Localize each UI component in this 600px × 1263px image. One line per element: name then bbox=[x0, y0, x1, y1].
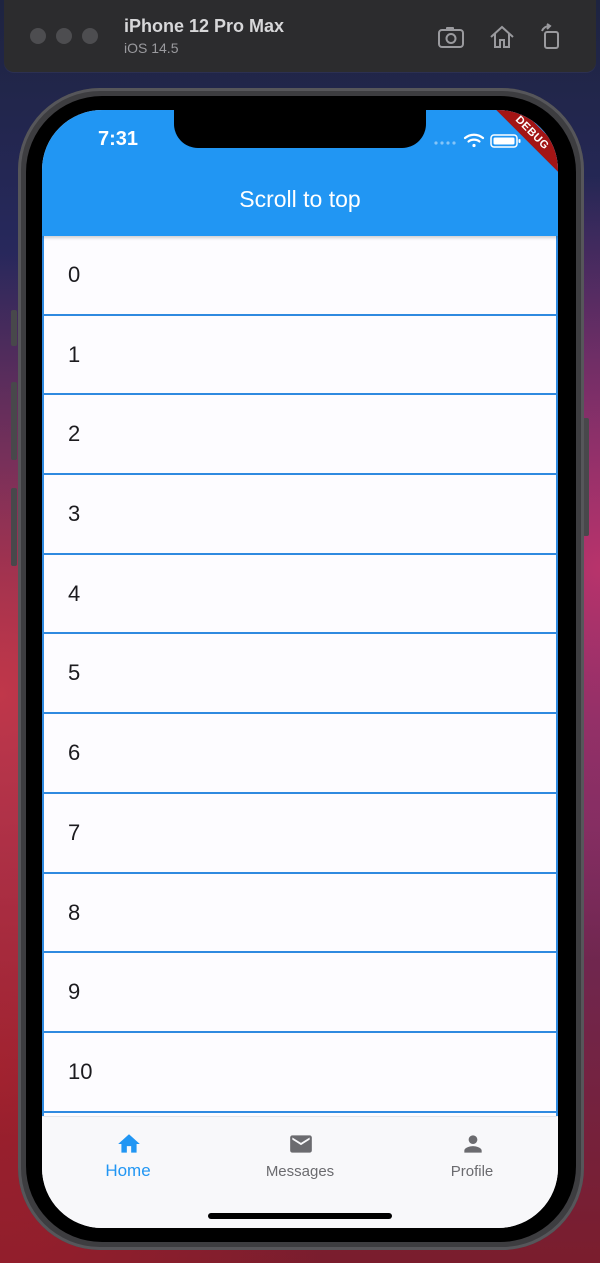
nav-item-label: Messages bbox=[265, 1163, 335, 1180]
list-item[interactable]: 6 bbox=[42, 714, 558, 794]
list-item-label: 6 bbox=[68, 740, 81, 766]
list-item-label: 2 bbox=[68, 421, 81, 447]
minimize-window-button[interactable] bbox=[56, 28, 72, 44]
list-item[interactable]: 9 bbox=[42, 953, 558, 1033]
notch bbox=[174, 110, 426, 148]
app-bar: 7:31 DEBUG Scroll to top bbox=[42, 110, 558, 236]
list-item[interactable]: 5 bbox=[42, 634, 558, 715]
rotate-device-icon[interactable] bbox=[536, 22, 566, 52]
list-item[interactable]: 2 bbox=[42, 395, 558, 476]
list-item[interactable]: 8 bbox=[42, 873, 558, 954]
list-item-label: 7 bbox=[68, 819, 81, 845]
list-item[interactable]: 3 bbox=[42, 475, 558, 555]
os-version: iOS 14.5 bbox=[124, 40, 179, 56]
nav-item-messages[interactable]: Messages bbox=[214, 1117, 386, 1197]
mute-switch bbox=[11, 310, 17, 346]
list-item-label: 4 bbox=[68, 580, 81, 606]
list-item-label: 1 bbox=[68, 341, 81, 367]
volume-down-button bbox=[11, 488, 17, 566]
list-item-label: 0 bbox=[68, 262, 81, 287]
status-time: 7:31 bbox=[98, 128, 139, 150]
bottom-navigation-bar: Home Messages Profile bbox=[42, 1116, 558, 1228]
home-indicator[interactable] bbox=[208, 1213, 392, 1219]
list-item[interactable]: 0 bbox=[42, 236, 558, 316]
list-item-label: 9 bbox=[68, 979, 81, 1005]
nav-item-home[interactable]: Home bbox=[42, 1117, 214, 1197]
nav-item-label: Home bbox=[105, 1161, 151, 1180]
list-item-label: 10 bbox=[68, 1058, 93, 1084]
screenshot-icon[interactable] bbox=[436, 22, 466, 52]
list-item-label: 8 bbox=[68, 899, 81, 925]
person-icon bbox=[464, 1135, 482, 1153]
list-item-label: 5 bbox=[68, 660, 81, 686]
list-item[interactable]: 7 bbox=[42, 793, 558, 874]
close-window-button[interactable] bbox=[30, 28, 46, 44]
home-button-icon[interactable] bbox=[487, 22, 517, 52]
nav-item-profile[interactable]: Profile bbox=[386, 1117, 558, 1197]
list-item[interactable]: 10 bbox=[42, 1032, 558, 1113]
mail-icon bbox=[290, 1135, 312, 1153]
phone-screen: 7:31 DEBUG Scroll to top 0 1 2 3 4 5 6 7… bbox=[42, 110, 558, 1228]
signal-icon bbox=[434, 141, 456, 145]
battery-icon bbox=[490, 134, 521, 148]
device-name: iPhone 12 Pro Max bbox=[124, 16, 285, 36]
page-title: Scroll to top bbox=[239, 186, 361, 212]
list-item-label: 3 bbox=[68, 501, 81, 527]
wifi-icon bbox=[463, 133, 485, 148]
simulator-title-bar: iPhone 12 Pro Max iOS 14.5 bbox=[4, 0, 596, 72]
home-icon bbox=[118, 1134, 140, 1153]
zoom-window-button[interactable] bbox=[82, 28, 98, 44]
scroll-list[interactable]: 0 1 2 3 4 5 6 7 8 9 10 11 bbox=[42, 236, 558, 1118]
nav-item-label: Profile bbox=[450, 1163, 494, 1180]
list-item[interactable]: 4 bbox=[42, 554, 558, 635]
volume-up-button bbox=[11, 382, 17, 460]
list-item[interactable]: 1 bbox=[42, 315, 558, 396]
